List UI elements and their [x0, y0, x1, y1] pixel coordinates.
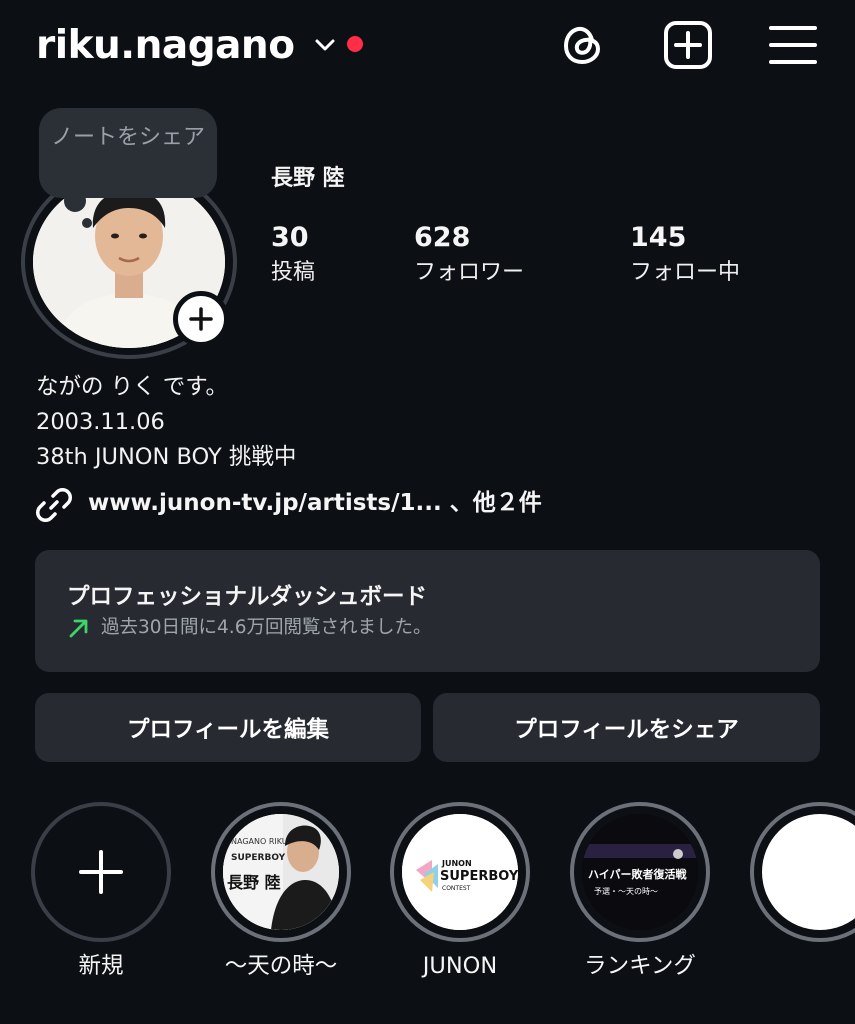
edit-profile-button[interactable]: プロフィールを編集	[35, 693, 421, 762]
highlight-cover-image: ハイパー敗者復活戦 予選・〜天の時〜	[582, 814, 698, 930]
plus-icon	[189, 307, 213, 331]
highlight-cover-image: JUNON SUPERBOY CONTEST	[402, 814, 518, 930]
dashboard-subtitle: 過去30日間に4.6万回閲覧されました。	[101, 617, 432, 638]
threads-icon[interactable]	[558, 20, 608, 70]
posts-label[interactable]: 投稿	[271, 258, 315, 288]
highlight-cover-image: NAGANO RIKU SUPERBOY 長野 陸	[223, 814, 339, 930]
followers-count[interactable]: 628	[414, 222, 470, 254]
cover-text: 予選・〜天の時〜	[594, 886, 658, 896]
following-count[interactable]: 145	[630, 222, 686, 254]
plus-icon	[79, 850, 123, 894]
bio-link[interactable]: www.junon-tv.jp/artists/1... 、他２件	[88, 487, 542, 519]
highlight-label[interactable]: 〜天の時〜	[191, 950, 371, 982]
link-icon	[36, 488, 72, 522]
menu-icon[interactable]	[768, 20, 818, 70]
posts-count[interactable]: 30	[271, 222, 309, 254]
highlight-label[interactable]: ランキング	[550, 950, 730, 982]
share-profile-button[interactable]: プロフィールをシェア	[433, 693, 820, 762]
bio-line: 2003.11.06	[36, 409, 165, 435]
cover-text: 長野 陸	[227, 873, 281, 892]
highlight-ranking[interactable]: ハイパー敗者復活戦 予選・〜天の時〜	[570, 802, 710, 942]
notification-dot	[347, 36, 363, 52]
new-post-icon[interactable]	[663, 20, 713, 70]
highlight-tennotoki[interactable]: NAGANO RIKU SUPERBOY 長野 陸	[211, 802, 351, 942]
bio-line: ながの りく です。	[36, 374, 229, 400]
full-name: 長野 陸	[271, 166, 345, 191]
cover-text: NAGANO RIKU	[231, 837, 288, 846]
trend-up-icon	[69, 619, 88, 638]
highlight-label[interactable]: JUNON	[370, 950, 550, 982]
highlight-partial[interactable]	[750, 802, 855, 942]
cover-text: SUPERBOY	[231, 853, 286, 863]
note-bubble-tail-dot	[82, 218, 92, 228]
chevron-down-icon[interactable]	[312, 32, 338, 58]
cover-text: CONTEST	[442, 885, 471, 892]
note-text: ノートをシェア	[50, 125, 205, 150]
add-story-button[interactable]	[173, 291, 229, 347]
username-title[interactable]: riku.nagano	[36, 22, 295, 70]
dashboard-title: プロフェッショナルダッシュボード	[67, 584, 428, 610]
professional-dashboard-card[interactable]: プロフェッショナルダッシュボード 過去30日間に4.6万回閲覧されました。	[35, 550, 820, 672]
cover-text: ハイパー敗者復活戦	[588, 867, 688, 881]
cover-text: SUPERBOY	[440, 869, 518, 884]
followers-label[interactable]: フォロワー	[414, 258, 524, 288]
share-note-bubble[interactable]: ノートをシェア	[39, 108, 217, 198]
highlight-new[interactable]	[31, 802, 171, 942]
cover-text: JUNON	[441, 859, 472, 868]
highlight-junon[interactable]: JUNON SUPERBOY CONTEST	[390, 802, 530, 942]
following-label[interactable]: フォロー中	[630, 258, 740, 288]
bio-line: 38th JUNON BOY 挑戦中	[36, 444, 297, 470]
highlight-label[interactable]: 新規	[11, 950, 191, 982]
